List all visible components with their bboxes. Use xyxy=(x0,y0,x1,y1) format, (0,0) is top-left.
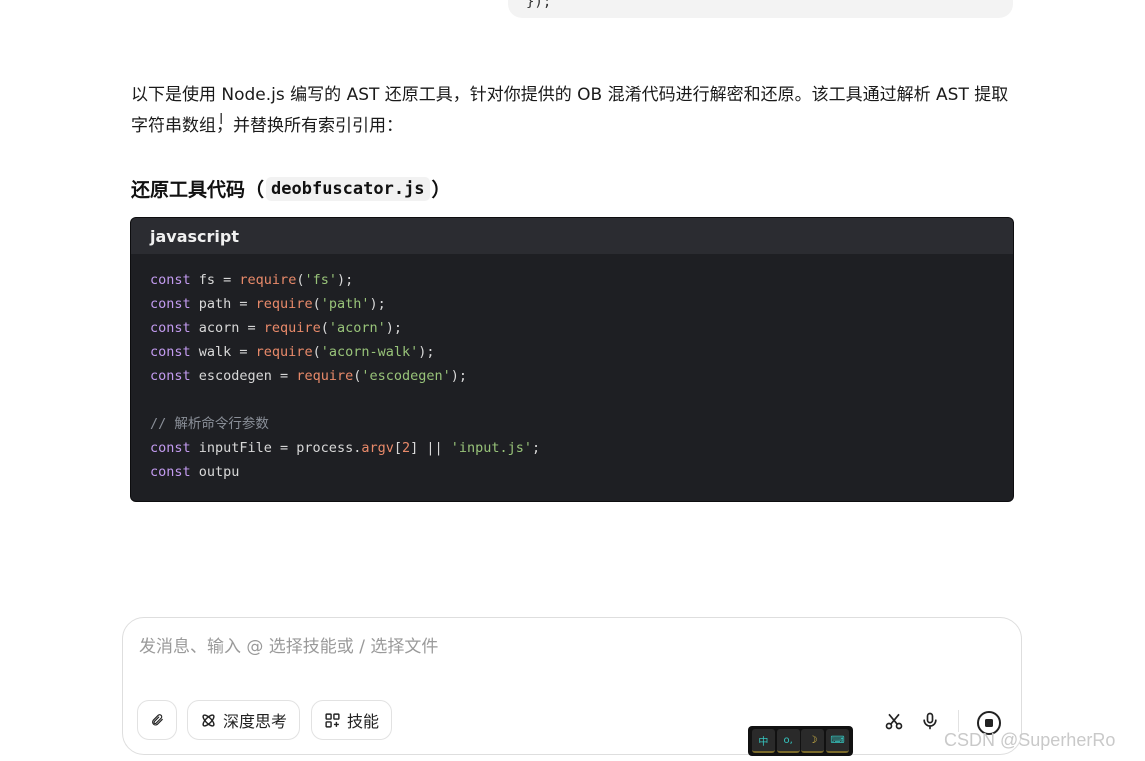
voice-input-button[interactable] xyxy=(913,704,947,738)
code-token: fs = xyxy=(190,272,240,288)
ime-key-punctuation[interactable]: o, xyxy=(776,729,800,753)
code-token: require xyxy=(263,320,321,336)
answer-paragraph: 以下是使用 Node.js 编写的 AST 还原工具，针对你提供的 OB 混淆代… xyxy=(131,85,1009,136)
code-token: [ xyxy=(393,440,402,456)
code-block: javascript const fs = require('fs'); cons… xyxy=(131,218,1013,501)
code-line: const outpu xyxy=(150,460,994,484)
code-token: ( xyxy=(312,344,321,360)
code-line: const path = require('path'); xyxy=(150,292,994,316)
code-token: walk = xyxy=(190,344,256,360)
ime-key-keyboard-icon[interactable]: ⌨ xyxy=(826,729,850,753)
code-token: 'acorn-walk' xyxy=(320,344,419,360)
code-token: const xyxy=(150,272,191,288)
code-line: const escodegen = require('escodegen'); xyxy=(150,364,994,388)
section-heading: 还原工具代码（ deobfuscator.js ） xyxy=(131,175,451,202)
message-composer: 深度思考 技能 xyxy=(122,617,1022,755)
code-line: const fs = require('fs'); xyxy=(150,268,994,292)
code-token: path = xyxy=(190,296,256,312)
attach-button[interactable] xyxy=(137,700,177,740)
ime-key-chinese[interactable]: 中 xyxy=(751,729,775,753)
code-line: const inputFile = process.argv[2] || 'in… xyxy=(150,436,994,460)
code-token: acorn = xyxy=(190,320,264,336)
code-token: outpu xyxy=(190,464,240,480)
code-token: const xyxy=(150,440,191,456)
paperclip-icon xyxy=(152,714,163,726)
code-token: require xyxy=(239,272,297,288)
code-token: require xyxy=(255,296,313,312)
screenshot-button[interactable] xyxy=(877,704,911,738)
code-token: 'path' xyxy=(320,296,370,312)
heading-prefix: 还原工具代码（ xyxy=(131,179,265,201)
code-token: 2 xyxy=(401,440,411,456)
code-token: const xyxy=(150,464,191,480)
code-token: 'fs' xyxy=(304,272,337,288)
watermark: CSDN @SuperherRo xyxy=(944,730,1116,750)
code-token: const xyxy=(150,368,191,384)
code-token: 'escodegen' xyxy=(361,368,451,384)
code-token: ); xyxy=(336,272,354,288)
code-token: ( xyxy=(312,296,321,312)
atom-icon xyxy=(202,713,215,727)
code-token: argv xyxy=(361,440,394,456)
text-cursor-icon: I xyxy=(219,110,224,128)
grid-plus-icon xyxy=(325,712,340,728)
code-token: ); xyxy=(369,296,386,312)
code-token: const xyxy=(150,320,191,336)
code-token: const xyxy=(150,296,191,312)
previous-message-bubble: }); xyxy=(508,0,1013,18)
code-token: inputFile = process. xyxy=(190,440,362,456)
code-token: 'acorn' xyxy=(328,320,386,336)
code-token: escodegen = xyxy=(190,368,297,384)
skills-label: 技能 xyxy=(347,712,380,731)
code-body[interactable]: const fs = require('fs'); const path = re… xyxy=(131,254,1013,498)
code-token: ; xyxy=(532,440,541,456)
code-token: require xyxy=(255,344,313,360)
code-token: ); xyxy=(385,320,403,336)
code-token: ] || xyxy=(410,440,451,456)
code-language-label: javascript xyxy=(131,218,1013,254)
heading-inline-code: deobfuscator.js xyxy=(266,176,430,201)
deep-think-button[interactable]: 深度思考 xyxy=(187,700,301,740)
microphone-icon xyxy=(923,712,937,730)
code-token: ); xyxy=(418,344,435,360)
skills-button[interactable]: 技能 xyxy=(311,700,393,740)
ime-key-moon-icon[interactable]: ☽ xyxy=(801,729,825,753)
code-line: const walk = require('acorn-walk'); xyxy=(150,340,994,364)
code-token: const xyxy=(150,344,191,360)
code-token: ( xyxy=(320,320,329,336)
code-line: const acorn = require('acorn'); xyxy=(150,316,994,340)
code-token: // 解析命令行参数 xyxy=(150,416,269,432)
toolbar-divider xyxy=(958,710,959,732)
scissors-icon xyxy=(885,713,903,730)
ime-toolbar: 中 o, ☽ ⌨ xyxy=(748,726,853,756)
code-token: ); xyxy=(450,368,468,384)
heading-suffix: ） xyxy=(431,179,451,201)
message-input[interactable] xyxy=(137,636,1001,658)
previous-message-tail: }); xyxy=(526,0,552,10)
code-token: 'input.js' xyxy=(450,440,533,456)
code-line: // 解析命令行参数 xyxy=(150,412,994,436)
deep-think-label: 深度思考 xyxy=(223,712,288,731)
code-token: require xyxy=(296,368,354,384)
